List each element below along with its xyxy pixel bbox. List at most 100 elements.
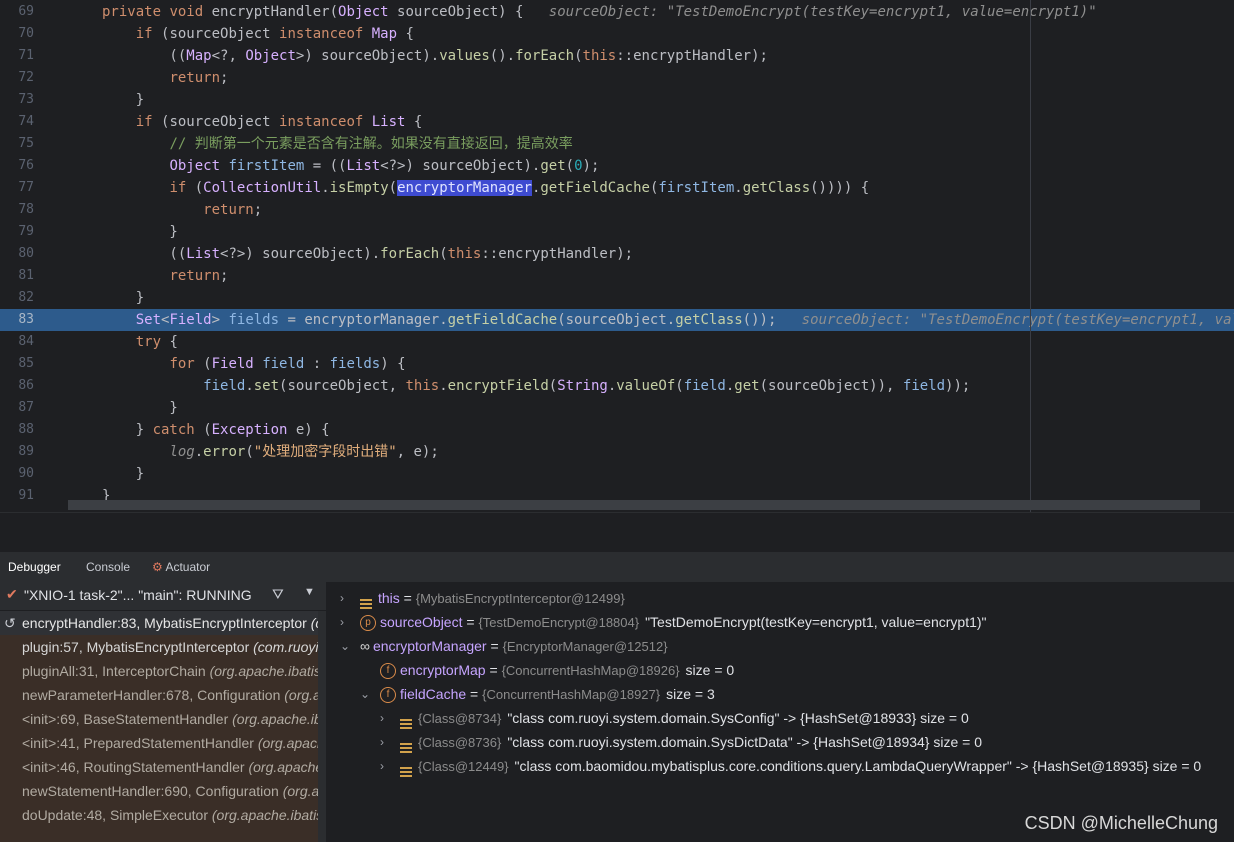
- code-text: field.set(sourceObject, this.encryptFiel…: [102, 375, 970, 397]
- stack-frame[interactable]: plugin:57, MybatisEncryptInterceptor (co…: [0, 635, 326, 659]
- stack-frame[interactable]: <init>:69, BaseStatementHandler (org.apa…: [0, 707, 326, 731]
- horizontal-scrollbar[interactable]: [68, 500, 1200, 510]
- frame-package: (org.apache...: [248, 759, 326, 775]
- code-line[interactable]: 70 if (sourceObject instanceof Map {: [0, 23, 1234, 45]
- frame-package: (org.apache.ibatis.p...: [209, 663, 326, 679]
- code-line[interactable]: 90 }: [0, 463, 1234, 485]
- code-token: = encryptorManager.: [279, 312, 448, 328]
- stack-frame[interactable]: <init>:46, RoutingStatementHandler (org.…: [0, 755, 326, 779]
- code-editor[interactable]: 69 private void encryptHandler(Object sou…: [0, 0, 1234, 512]
- code-token: Map: [186, 48, 212, 64]
- code-line[interactable]: 73 }: [0, 89, 1234, 111]
- stack-frame[interactable]: newParameterHandler:678, Configuration (…: [0, 683, 326, 707]
- variable-reference: {Class@8734}: [418, 711, 502, 726]
- line-number[interactable]: 80: [0, 243, 34, 265]
- line-number[interactable]: 88: [0, 419, 34, 441]
- code-token: {: [397, 26, 414, 42]
- code-token: {: [405, 114, 423, 130]
- code-line[interactable]: 77 if (CollectionUtil.isEmpty(encryptorM…: [0, 177, 1234, 199]
- frames-scrollbar[interactable]: [318, 611, 326, 842]
- code-line[interactable]: 84 try {: [0, 331, 1234, 353]
- tab-console[interactable]: Console: [86, 552, 130, 582]
- code-token: Object: [169, 158, 221, 174]
- code-token: sourceObject) {: [388, 4, 549, 20]
- code-token: e) {: [287, 422, 330, 438]
- chevron-down-icon[interactable]: ⌄: [360, 682, 370, 706]
- tab-debugger[interactable]: Debugger: [8, 552, 61, 584]
- stack-frame[interactable]: <init>:41, PreparedStatementHandler (org…: [0, 731, 326, 755]
- code-line[interactable]: 78 return;: [0, 199, 1234, 221]
- code-line[interactable]: 86 field.set(sourceObject, this.encryptF…: [0, 375, 1234, 397]
- chevron-right-icon[interactable]: ›: [380, 730, 384, 754]
- code-line[interactable]: 71 ((Map<?, Object>) sourceObject).value…: [0, 45, 1234, 67]
- chevron-right-icon[interactable]: ›: [340, 586, 344, 610]
- line-number[interactable]: 70: [0, 23, 34, 45]
- code-token: Object: [338, 4, 389, 20]
- code-line[interactable]: 82 }: [0, 287, 1234, 309]
- chevron-down-icon[interactable]: ▼: [304, 586, 315, 598]
- code-line[interactable]: 75 // 判断第一个元素是否含有注解。如果没有直接返回，提高效率: [0, 133, 1234, 155]
- line-number[interactable]: 84: [0, 331, 34, 353]
- code-line[interactable]: 89 log.error("处理加密字段时出错", e);: [0, 441, 1234, 463]
- line-number[interactable]: 82: [0, 287, 34, 309]
- chevron-down-icon[interactable]: ⌄: [340, 634, 350, 658]
- filter-icon[interactable]: ⛛: [272, 586, 284, 603]
- line-number[interactable]: 81: [0, 265, 34, 287]
- line-number[interactable]: 73: [0, 89, 34, 111]
- line-number[interactable]: 76: [0, 155, 34, 177]
- chevron-right-icon[interactable]: ›: [380, 754, 384, 778]
- line-number[interactable]: 85: [0, 353, 34, 375]
- code-token: error: [203, 444, 246, 460]
- code-token: (sourceObject,: [279, 378, 406, 394]
- line-number[interactable]: 69: [0, 1, 34, 23]
- line-number[interactable]: 87: [0, 397, 34, 419]
- tab-actuator-label: Actuator: [165, 560, 211, 574]
- code-token: forEach: [515, 48, 575, 64]
- line-number[interactable]: 90: [0, 463, 34, 485]
- code-line[interactable]: 69 private void encryptHandler(Object sou…: [0, 1, 1234, 23]
- equals-sign: =: [485, 662, 502, 678]
- line-number[interactable]: 86: [0, 375, 34, 397]
- stack-frame[interactable]: newStatementHandler:690, Configuration (…: [0, 779, 326, 803]
- code-line[interactable]: 76 Object firstItem = ((List<?>) sourceO…: [0, 155, 1234, 177]
- code-token: ::encryptHandler);: [481, 246, 634, 262]
- stack-frame[interactable]: ↺ encryptHandler:83, MybatisEncryptInterc…: [0, 611, 326, 635]
- line-number[interactable]: 71: [0, 45, 34, 67]
- chevron-right-icon[interactable]: ›: [380, 706, 384, 730]
- code-line[interactable]: 87 }: [0, 397, 1234, 419]
- code-line[interactable]: 88 } catch (Exception e) {: [0, 419, 1234, 441]
- thread-selector[interactable]: ✔ "XNIO-1 task-2"... "main": RUNNING ⛛ ▼: [0, 582, 326, 611]
- code-line[interactable]: 83 Set<Field> fields = encryptorManager.…: [0, 309, 1234, 331]
- code-text: ((List<?>) sourceObject).forEach(this::e…: [102, 243, 633, 265]
- line-number[interactable]: 74: [0, 111, 34, 133]
- stack-frame[interactable]: doUpdate:48, SimpleExecutor (org.apache.…: [0, 803, 326, 827]
- code-line[interactable]: 85 for (Field field : fields) {: [0, 353, 1234, 375]
- code-line[interactable]: 80 ((List<?>) sourceObject).forEach(this…: [0, 243, 1234, 265]
- code-token: List: [186, 246, 221, 262]
- variable-content: {Class@12449} "class com.baomidou.mybatis…: [400, 754, 1201, 779]
- tab-actuator[interactable]: ⚙ Actuator: [152, 552, 210, 582]
- frame-method: newParameterHandler:678, Configuration (…: [22, 683, 326, 707]
- code-text: }: [102, 89, 144, 111]
- line-number[interactable]: 89: [0, 441, 34, 463]
- code-token: .: [194, 444, 204, 460]
- chevron-right-icon[interactable]: ›: [340, 610, 344, 634]
- line-number[interactable]: 75: [0, 133, 34, 155]
- line-number[interactable]: 79: [0, 221, 34, 243]
- list-icon: [400, 737, 412, 754]
- line-number[interactable]: 78: [0, 199, 34, 221]
- code-line[interactable]: 74 if (sourceObject instanceof List {: [0, 111, 1234, 133]
- line-number[interactable]: 77: [0, 177, 34, 199]
- line-number[interactable]: 91: [0, 485, 34, 507]
- code-token: ;: [253, 202, 263, 218]
- code-token: (: [565, 158, 575, 174]
- line-number[interactable]: 72: [0, 67, 34, 89]
- code-line[interactable]: 81 return;: [0, 265, 1234, 287]
- stack-frame[interactable]: pluginAll:31, InterceptorChain (org.apac…: [0, 659, 326, 683]
- line-number[interactable]: 83: [0, 309, 34, 331]
- frame-package: (org.apache...: [257, 735, 326, 751]
- code-line[interactable]: 79 }: [0, 221, 1234, 243]
- code-line[interactable]: 72 return;: [0, 67, 1234, 89]
